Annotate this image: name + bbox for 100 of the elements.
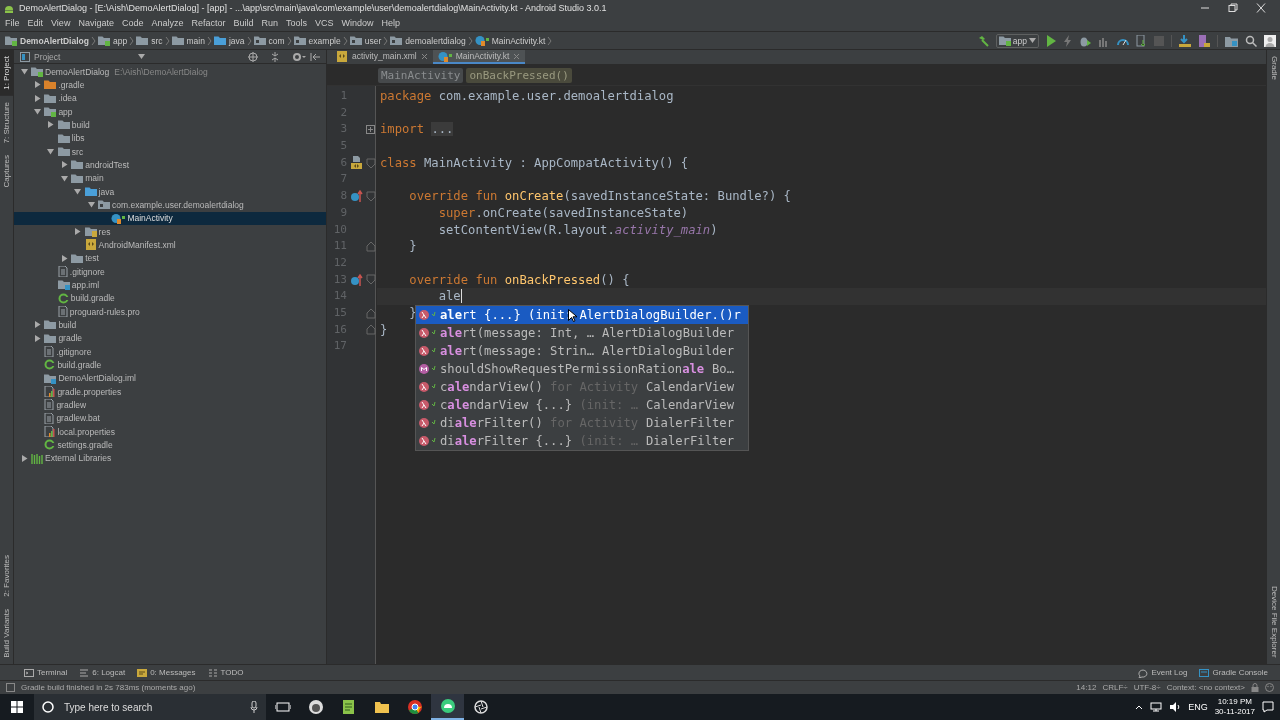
tree-item[interactable]: .gitignore	[14, 264, 326, 279]
menu-item[interactable]: Navigate	[74, 18, 118, 28]
tool-window-tab[interactable]: Captures	[0, 149, 14, 194]
run-icon[interactable]	[1046, 34, 1056, 47]
tree-item[interactable]: androidTest	[14, 158, 326, 172]
view-selector[interactable]: Project	[34, 51, 61, 62]
breadcrumb-item[interactable]: onBackPressed()	[466, 67, 572, 83]
gear-icon[interactable]	[292, 51, 306, 62]
layout-file-icon[interactable]	[349, 156, 363, 171]
collapsed-arrow-icon[interactable]	[33, 81, 41, 89]
collapsed-arrow-icon[interactable]	[60, 161, 68, 169]
menu-item[interactable]: Code	[117, 18, 148, 28]
expand-icon[interactable]	[366, 124, 376, 136]
close-icon[interactable]	[420, 52, 428, 60]
completion-item[interactable]: alert(message: Int, … AlertDialogBuilder	[416, 324, 748, 343]
tree-item[interactable]: gradlew.bat	[14, 411, 326, 425]
tree-item[interactable]: External Libraries	[14, 451, 326, 465]
tree-item[interactable]: proguard-rules.pro	[14, 304, 326, 319]
caret-position[interactable]: 14:12	[1076, 683, 1097, 692]
tool-window-tab[interactable]: Gradle	[1267, 50, 1280, 86]
tool-window-tab[interactable]: 2: Favorites	[0, 549, 14, 604]
completion-item[interactable]: shouldShowRequestPermissionRationale Bo…	[416, 360, 748, 379]
breadcrumb-item[interactable]: example	[293, 35, 341, 46]
tree-item[interactable]: .gradle	[14, 78, 326, 92]
menu-item[interactable]: Run	[257, 18, 282, 28]
context-indicator[interactable]: Context: <no context>	[1166, 683, 1245, 692]
collapsed-arrow-icon[interactable]	[33, 321, 41, 329]
tool-window-tab[interactable]: TODO	[201, 667, 250, 678]
tree-item[interactable]: settings.gradle	[14, 438, 326, 452]
chevron-up-icon[interactable]	[1135, 704, 1144, 710]
breadcrumb-item[interactable]: com	[253, 35, 285, 46]
expanded-arrow-icon[interactable]	[74, 188, 82, 196]
menu-item[interactable]: VCS	[311, 18, 338, 28]
android-icon[interactable]	[439, 698, 456, 714]
breadcrumb-item[interactable]: user	[349, 35, 382, 46]
aperture-icon[interactable]	[472, 699, 489, 715]
project-structure-icon[interactable]	[1225, 34, 1238, 47]
collapse-icon[interactable]	[270, 51, 280, 62]
search-field[interactable]: Type here to search	[62, 700, 242, 714]
tree-item[interactable]: res	[14, 224, 326, 239]
input-language[interactable]: ENG	[1188, 702, 1208, 712]
app-icon[interactable]	[307, 699, 324, 715]
tool-window-tab[interactable]: Device File Explorer	[1267, 580, 1280, 664]
phone-icon[interactable]	[1198, 34, 1210, 47]
notepad-icon[interactable]	[340, 699, 357, 715]
clock[interactable]: 10:19 PM 30-11-2017	[1214, 697, 1255, 717]
tree-item[interactable]: .idea	[14, 91, 326, 105]
tool-window-tab[interactable]: Terminal	[18, 667, 74, 678]
tool-window-tab[interactable]: Gradle Console	[1193, 667, 1274, 678]
tree-item[interactable]: libs	[14, 131, 326, 145]
file-encoding[interactable]: UTF-8÷	[1133, 683, 1161, 692]
folder-icon[interactable]	[373, 699, 390, 715]
hide-icon[interactable]	[310, 51, 320, 62]
collapsed-arrow-icon[interactable]	[20, 454, 28, 462]
collapsed-arrow-icon[interactable]	[33, 334, 41, 342]
panel-toggle-icon[interactable]	[6, 683, 15, 692]
caret-icon[interactable]	[138, 54, 146, 59]
tool-window-tab[interactable]: 6: Logcat	[73, 667, 132, 678]
breadcrumb-item[interactable]: src	[136, 35, 163, 46]
tool-window-tab[interactable]: 0: Messages	[131, 667, 202, 678]
tree-item[interactable]: test	[14, 251, 326, 265]
menu-item[interactable]: Analyze	[147, 18, 188, 28]
tool-window-tab[interactable]: Build Variants	[0, 603, 14, 664]
avatar-icon[interactable]	[1264, 34, 1276, 47]
menu-item[interactable]: View	[47, 18, 75, 28]
lock-icon[interactable]	[1251, 683, 1259, 692]
collapsed-arrow-icon[interactable]	[47, 121, 55, 129]
tree-item[interactable]: .gitignore	[14, 344, 326, 359]
tree-item[interactable]: local.properties	[14, 424, 326, 439]
sdk-download-icon[interactable]	[1179, 34, 1191, 47]
expanded-arrow-icon[interactable]	[60, 174, 68, 182]
menu-item[interactable]: Edit	[23, 18, 48, 28]
tree-item[interactable]: gradle.properties	[14, 384, 326, 399]
breadcrumb-item[interactable]: app	[97, 35, 128, 46]
device-icon[interactable]	[1136, 34, 1147, 47]
tool-window-tab[interactable]: 7: Structure	[0, 95, 14, 150]
close-icon[interactable]	[1254, 2, 1268, 13]
collapsed-arrow-icon[interactable]	[60, 254, 68, 262]
configuration-dropdown[interactable]: app	[995, 33, 1039, 48]
completion-item[interactable]: alert(message: Strin… AlertDialogBuilder	[416, 342, 748, 361]
tree-item[interactable]: build	[14, 318, 326, 332]
expanded-arrow-icon[interactable]	[20, 68, 28, 76]
menu-item[interactable]: File	[1, 18, 24, 28]
menu-item[interactable]: Help	[377, 18, 405, 28]
tree-item[interactable]: com.example.user.demoalertdialog	[14, 198, 326, 212]
editor-tab[interactable]: activity_main.xml	[331, 50, 433, 64]
tree-item[interactable]: app	[14, 105, 326, 119]
tree-item[interactable]: build.gradle	[14, 291, 326, 305]
tree-item[interactable]: gradle	[14, 331, 326, 345]
tree-item[interactable]: java	[14, 184, 326, 199]
expanded-arrow-icon[interactable]	[47, 148, 55, 156]
inspector-icon[interactable]	[1265, 683, 1274, 692]
menu-item[interactable]: Refactor	[187, 18, 230, 28]
tool-window-tab[interactable]: 1: Project	[0, 50, 14, 96]
collapsed-arrow-icon[interactable]	[74, 228, 82, 236]
tree-item[interactable]: MainActivity	[14, 211, 326, 225]
search-box[interactable]: Type here to search	[34, 694, 266, 720]
menu-item[interactable]: Build	[229, 18, 258, 28]
tree-item[interactable]: DemoAlertDialog.iml	[14, 371, 326, 385]
browser-icon[interactable]	[406, 699, 423, 715]
